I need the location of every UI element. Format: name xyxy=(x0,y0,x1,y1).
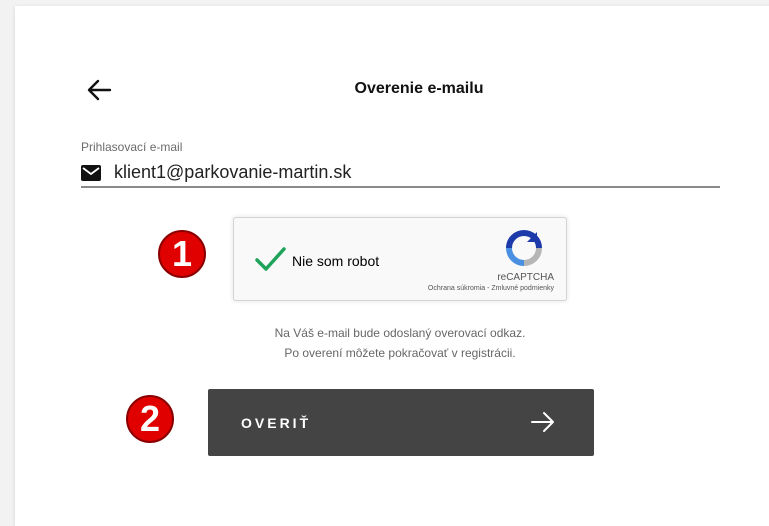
recaptcha-widget: Nie som robot reCAPTCHA Ochrana súkromia… xyxy=(233,217,567,301)
recaptcha-logo-icon xyxy=(506,230,542,266)
info-line-1: Na Váš e-mail bude odoslaný overovací od… xyxy=(274,326,526,340)
verify-button-label: OVERIŤ xyxy=(241,415,312,431)
mail-icon xyxy=(81,165,101,181)
info-line-2: Po overení môžete pokračovať v registrác… xyxy=(284,346,516,360)
step-badge-1: 1 xyxy=(158,230,206,278)
checkmark-icon xyxy=(255,247,286,271)
arrow-right-icon xyxy=(531,412,554,432)
terms-link[interactable]: Zmluvné podmienky xyxy=(491,285,554,292)
verify-button[interactable]: OVERIŤ xyxy=(208,389,594,456)
privacy-link[interactable]: Ochrana súkromia xyxy=(428,285,485,292)
email-underline xyxy=(81,186,720,188)
recaptcha-checkbox[interactable] xyxy=(254,246,286,272)
step-badge-2: 2 xyxy=(126,395,174,443)
email-label: Prihlasovací e-mail xyxy=(81,140,183,154)
recaptcha-label: Nie som robot xyxy=(292,253,380,269)
recaptcha-brand: reCAPTCHA xyxy=(497,272,554,283)
email-input[interactable] xyxy=(114,159,718,185)
page-title: Overenie e-mailu xyxy=(354,80,484,97)
recaptcha-links: Ochrana súkromia - Zmluvné podmienky xyxy=(428,285,554,292)
